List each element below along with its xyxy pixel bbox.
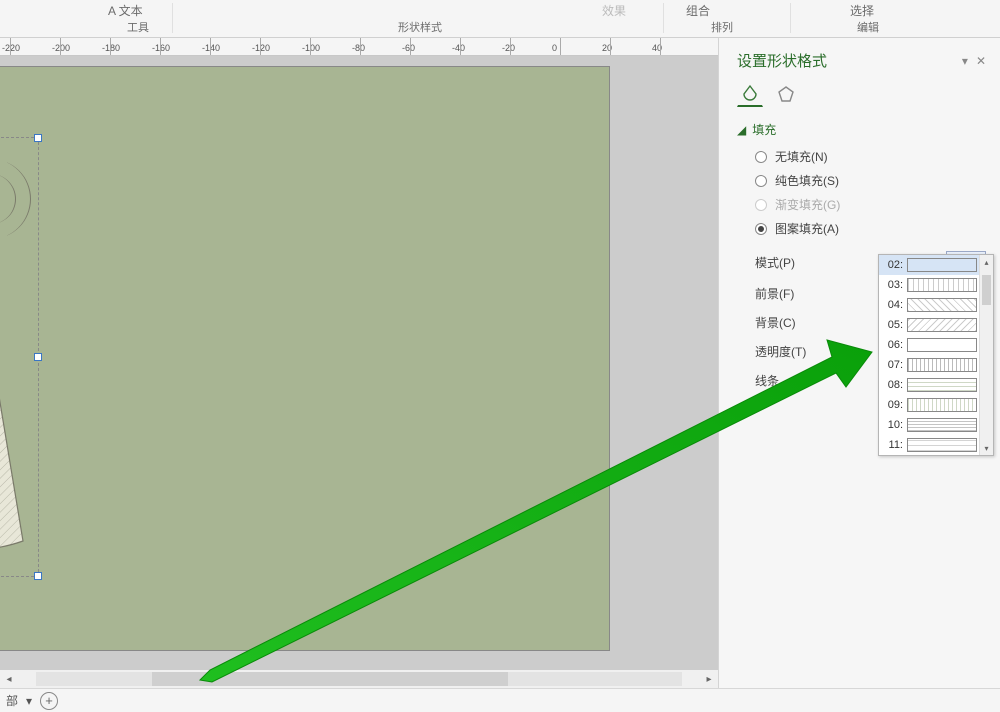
scroll-thumb[interactable] <box>982 275 991 305</box>
ruler-tick-label: -100 <box>302 43 320 53</box>
fill-section-label: 填充 <box>752 121 776 138</box>
scroll-thumb[interactable] <box>152 672 507 686</box>
pattern-option-label: 03: <box>883 279 903 291</box>
ribbon: A 文本 工具 形状样式 效果 组合 排列 选择 编辑 <box>0 0 1000 38</box>
pattern-swatch-icon <box>907 378 977 392</box>
pattern-option-label: 07: <box>883 359 903 371</box>
radio-icon <box>755 175 767 187</box>
pattern-swatch-icon <box>907 438 977 452</box>
pattern-option-03[interactable]: 03: <box>879 275 993 295</box>
pattern-swatch-icon <box>907 398 977 412</box>
pattern-option-label: 09: <box>883 399 903 411</box>
radio-label: 图案填充(A) <box>775 220 839 237</box>
fill-line-tab-icon[interactable] <box>737 81 763 107</box>
pattern-swatch-icon <box>907 278 977 292</box>
fill-type-radios: 无填充(N) 纯色填充(S) 渐变填充(G) 图案填充(A) <box>755 148 986 237</box>
panel-options-icon[interactable]: ▾ <box>962 54 968 68</box>
pattern-option-label: 05: <box>883 319 903 331</box>
ruler-horizontal: -220-200-180-160-140-120-100-80-60-40-20… <box>0 38 718 56</box>
ruler-tick-label: -160 <box>152 43 170 53</box>
ruler-tick-label: -20 <box>502 43 515 53</box>
pattern-option-10[interactable]: 10: <box>879 415 993 435</box>
pattern-option-09[interactable]: 09: <box>879 395 993 415</box>
pattern-option-06[interactable]: 06: <box>879 335 993 355</box>
radio-icon <box>755 223 767 235</box>
drawing-page[interactable] <box>0 66 610 651</box>
field-label: 模式(P) <box>755 254 795 271</box>
status-label: 部 <box>6 692 18 709</box>
canvas-viewport[interactable] <box>0 56 718 670</box>
scroll-right-button[interactable]: ▸ <box>700 670 718 688</box>
pattern-option-07[interactable]: 07: <box>879 355 993 375</box>
scroll-down-icon[interactable]: ▾ <box>980 441 993 455</box>
pattern-swatch-icon <box>907 318 977 332</box>
pattern-swatch-icon <box>907 298 977 312</box>
ruler-tick-label: -220 <box>2 43 20 53</box>
radio-no-fill[interactable]: 无填充(N) <box>755 148 986 165</box>
pattern-swatch-icon <box>907 358 977 372</box>
radio-icon <box>755 199 767 211</box>
ribbon-effects-label: 效果 <box>602 2 626 19</box>
pattern-option-02[interactable]: 02: <box>879 255 993 275</box>
ruler-tick-label: -200 <box>52 43 70 53</box>
pattern-option-label: 04: <box>883 299 903 311</box>
pattern-swatch-icon <box>907 258 977 272</box>
pattern-option-label: 11: <box>883 439 903 451</box>
ruler-tick-label: -80 <box>352 43 365 53</box>
panel-close-icon[interactable]: ✕ <box>976 54 986 68</box>
antenna-cone <box>0 326 27 556</box>
pattern-option-08[interactable]: 08: <box>879 375 993 395</box>
ribbon-select-label[interactable]: 选择 <box>850 2 874 19</box>
fill-section-header[interactable]: ◢ 填充 <box>737 121 986 138</box>
ruler-tick-label: -40 <box>452 43 465 53</box>
ruler-tick-label: 0 <box>552 43 557 53</box>
pattern-dropdown-list[interactable]: 02: 03: 04: 05: 06: 07: 08: 09: 10: 11: ▴ ▾ <box>878 254 994 456</box>
pattern-option-label: 10: <box>883 419 903 431</box>
radio-gradient-fill: 渐变填充(G) <box>755 196 986 213</box>
pattern-option-11[interactable]: 11: <box>879 435 993 455</box>
resize-handle-ne[interactable] <box>34 134 42 142</box>
add-page-button[interactable]: + <box>40 692 58 710</box>
field-label: 背景(C) <box>755 314 796 331</box>
horizontal-scrollbar[interactable]: ◂ ▸ <box>0 670 718 688</box>
field-label: 前景(F) <box>755 285 794 302</box>
ruler-tick-label: -180 <box>102 43 120 53</box>
status-bar: 部 ▾ + <box>0 688 1000 712</box>
pattern-option-label: 06: <box>883 339 903 351</box>
ruler-tick-label: -140 <box>202 43 220 53</box>
resize-handle-e[interactable] <box>34 353 42 361</box>
effects-tab-icon[interactable] <box>773 81 799 107</box>
radio-icon <box>755 151 767 163</box>
ribbon-combine-label[interactable]: 组合 <box>686 2 710 19</box>
pattern-option-label: 02: <box>883 259 903 271</box>
collapse-icon: ◢ <box>737 123 746 137</box>
scroll-left-button[interactable]: ◂ <box>0 670 18 688</box>
ribbon-group-tools: 工具 <box>118 19 158 35</box>
pattern-swatch-icon <box>907 338 977 352</box>
ribbon-group-edit: 编辑 <box>848 19 888 35</box>
panel-title: 设置形状格式 <box>737 50 827 71</box>
resize-handle-se[interactable] <box>34 572 42 580</box>
ruler-tick-label: -120 <box>252 43 270 53</box>
radio-label: 无填充(N) <box>775 148 828 165</box>
radio-solid-fill[interactable]: 纯色填充(S) <box>755 172 986 189</box>
ribbon-text-button[interactable]: A 文本 <box>108 2 143 19</box>
pattern-option-05[interactable]: 05: <box>879 315 993 335</box>
pattern-option-04[interactable]: 04: <box>879 295 993 315</box>
shape-selection[interactable] <box>0 137 39 577</box>
ribbon-group-shape-styles: 形状样式 <box>380 19 460 35</box>
ruler-tick-label: -60 <box>402 43 415 53</box>
radio-label: 渐变填充(G) <box>775 196 840 213</box>
scroll-up-icon[interactable]: ▴ <box>980 255 993 269</box>
ribbon-group-arrange: 排列 <box>702 19 742 35</box>
scroll-track[interactable] <box>36 672 682 686</box>
pattern-swatch-icon <box>907 418 977 432</box>
radio-pattern-fill[interactable]: 图案填充(A) <box>755 220 986 237</box>
status-dropdown-icon[interactable]: ▾ <box>26 694 32 708</box>
radio-label: 纯色填充(S) <box>775 172 839 189</box>
pattern-option-label: 08: <box>883 379 903 391</box>
dropdown-scrollbar[interactable]: ▴ ▾ <box>979 255 993 455</box>
field-label: 透明度(T) <box>755 343 806 360</box>
canvas-area: -220-200-180-160-140-120-100-80-60-40-20… <box>0 38 718 688</box>
